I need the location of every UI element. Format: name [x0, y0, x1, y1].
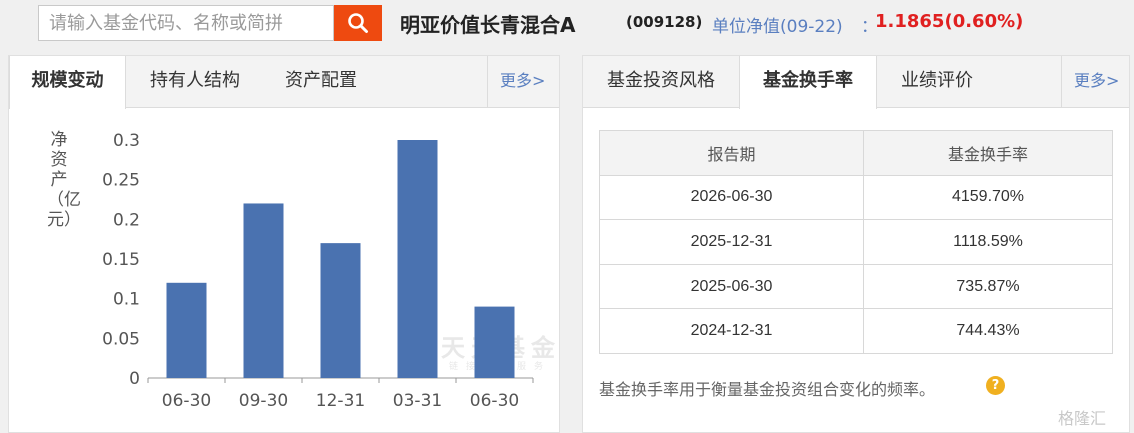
- turnover-table: 报告期 基金换手率 2026-06-30 4159.70% 2025-12-31…: [599, 130, 1113, 354]
- search-button[interactable]: [334, 5, 382, 41]
- tab-asset-allocation[interactable]: 资产配置: [267, 56, 375, 108]
- cell-rate: 735.87%: [863, 263, 1113, 310]
- cell-rate: 744.43%: [863, 308, 1113, 354]
- search-icon: [348, 13, 368, 33]
- y-tick-label: 0.1: [113, 290, 140, 310]
- scale-bar-chart: 0 0.05 0.1 0.15 0.2 0.25 0.3 06-30 09-30 12-31 03-…: [102, 131, 534, 411]
- fund-code: (009128): [626, 13, 703, 31]
- cell-rate: 1118.59%: [863, 219, 1113, 265]
- nav-value: 1.1865(0.60%): [875, 11, 1023, 32]
- tab-turnover-rate[interactable]: 基金换手率: [739, 56, 877, 109]
- scale-panel: 规模变动 持有人结构 资产配置 更多> 净资产（亿元） 天天基金 链接理财服务 …: [8, 55, 560, 433]
- header-turnover-rate: 基金换手率: [863, 130, 1113, 176]
- bar: [243, 203, 284, 378]
- table-row: 2025-12-31 1118.59%: [599, 219, 1113, 265]
- more-link-left[interactable]: 更多>: [487, 56, 561, 108]
- table-row: 2024-12-31 744.43%: [599, 308, 1113, 354]
- nav-change: (0.60%): [944, 11, 1024, 32]
- scale-tabbar: 规模变动 持有人结构 资产配置 更多>: [9, 56, 561, 109]
- bar: [474, 306, 515, 378]
- cell-period: 2025-06-30: [599, 263, 864, 310]
- nav-value-number: 1.1865: [875, 11, 945, 32]
- tab-scale-change[interactable]: 规模变动: [9, 56, 126, 109]
- fund-name: 明亚价值长青混合A: [400, 13, 576, 37]
- bar: [166, 282, 207, 378]
- cell-rate: 4159.70%: [863, 174, 1113, 221]
- tab-performance-rating[interactable]: 业绩评价: [879, 56, 995, 108]
- gelonghui-logo: 格隆汇: [1058, 409, 1107, 428]
- turnover-note: 基金换手率用于衡量基金投资组合变化的频率。: [599, 380, 936, 399]
- y-tick-label: 0.2: [113, 210, 140, 230]
- header-report-period: 报告期: [599, 130, 864, 176]
- y-tick-label: 0.05: [102, 329, 140, 349]
- y-tick-label: 0.3: [113, 131, 140, 151]
- bar: [397, 140, 438, 378]
- turnover-panel: 基金投资风格 基金换手率 业绩评价 更多> 报告期 基金换手率 2026-06-…: [582, 55, 1130, 433]
- more-link-right[interactable]: 更多>: [1061, 56, 1131, 108]
- y-tick-label: 0.25: [102, 171, 140, 191]
- y-tick-label: 0.15: [102, 250, 140, 270]
- x-tick-label: 12-31: [316, 391, 365, 411]
- x-tick-label: 06-30: [162, 391, 211, 411]
- fund-header: 明亚价值长青混合A (009128) 单位净值(09-22) ： 1.1865(…: [0, 0, 1134, 48]
- cell-period: 2026-06-30: [599, 174, 864, 221]
- search-input[interactable]: [39, 6, 333, 40]
- x-tick-label: 09-30: [239, 391, 288, 411]
- tab-holder-structure[interactable]: 持有人结构: [133, 56, 257, 108]
- tab-investment-style[interactable]: 基金投资风格: [583, 56, 739, 108]
- y-tick-label: 0: [129, 369, 140, 389]
- nav-label: 单位净值(09-22): [712, 17, 843, 37]
- cell-period: 2025-12-31: [599, 219, 864, 265]
- help-icon[interactable]: ?: [986, 376, 1005, 395]
- cell-period: 2024-12-31: [599, 308, 864, 354]
- x-tick-label: 06-30: [470, 391, 519, 411]
- bar: [320, 243, 361, 378]
- search-box[interactable]: [38, 5, 334, 41]
- table-row: 2025-06-30 735.87%: [599, 263, 1113, 310]
- turnover-tabbar: 基金投资风格 基金换手率 业绩评价 更多>: [583, 56, 1131, 109]
- table-row: 2026-06-30 4159.70%: [599, 174, 1113, 221]
- table-header-row: 报告期 基金换手率: [599, 130, 1113, 176]
- x-tick-label: 03-31: [393, 391, 442, 411]
